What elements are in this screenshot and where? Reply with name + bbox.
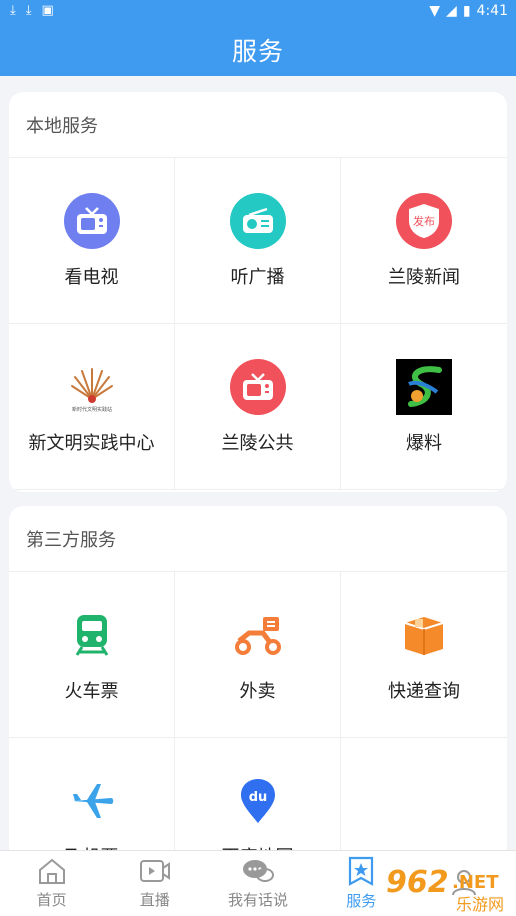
tv-icon [63,192,120,249]
service-label: 新文明实践中心 [28,432,155,454]
download-icon: ⤓ [10,3,16,18]
chat-icon [243,860,274,882]
local-services-card: 本地服务 看电视 听广播 发布 兰陵新闻 新时代文明实践站 新文明实践中心 兰陵… [9,92,507,492]
service-label: 兰陵新闻 [388,266,460,288]
tv-public-icon [229,358,286,415]
tab-label: 首页 [36,891,67,909]
service-civilization-center[interactable]: 新时代文明实践站 新文明实践中心 [9,324,175,490]
status-bar: ⤓ ⤓ ▣ ▼ ◢ ▮ 4:41 [0,0,516,24]
download-icon: ⤓ [25,3,32,18]
report-logo [396,358,452,415]
page-title-bar: 服务 [0,24,516,76]
badge-text: 发布 [413,214,435,228]
scooter-icon [230,607,286,663]
service-report[interactable]: 爆料 [341,324,507,490]
section-title: 本地服务 [9,92,507,158]
airplane-icon [64,773,120,829]
home-icon [38,858,65,884]
logo-text: 新时代文明实践站 [71,406,111,413]
service-tv[interactable]: 看电视 [9,158,175,324]
baidu-map-icon: du [230,773,286,829]
radio-icon [229,192,286,249]
service-label: 听广播 [230,266,285,288]
tab-home[interactable]: 首页 [0,851,103,916]
tab-live[interactable]: 直播 [103,851,206,916]
service-label: 兰陵公共 [221,432,294,454]
service-express-query[interactable]: 快递查询 [341,572,507,738]
watermark-sub: 乐游网 [456,895,504,914]
notification-icon: ▣ [41,3,54,18]
watermark-logo: 962 .NET 乐游网 [380,858,516,916]
service-takeout[interactable]: 外卖 [175,572,341,738]
service-label: 快递查询 [388,680,460,702]
service-label: 火车票 [64,680,119,702]
tab-label: 服务 [346,892,377,910]
watermark-number: 962 [386,865,449,900]
service-baidu-map[interactable]: du 百度地图 [175,738,341,866]
empty-cell [341,738,507,866]
badge-text: du [248,790,267,805]
service-radio[interactable]: 听广播 [175,158,341,324]
tab-label: 直播 [139,891,170,909]
service-label: 爆料 [406,432,442,454]
service-label: 外卖 [239,680,276,702]
tab-speak[interactable]: 我有话说 [206,851,309,916]
third-party-services-card: 第三方服务 火车票 外卖 快递查询 飞机票 [9,506,507,866]
service-lanling-news[interactable]: 发布 兰陵新闻 [341,158,507,324]
wifi-icon: ▼ [429,3,441,19]
publish-shield-icon: 发布 [396,192,452,249]
service-lanling-public[interactable]: 兰陵公共 [175,324,341,490]
service-label: 看电视 [64,266,119,288]
service-star-icon [349,856,374,886]
train-icon [64,607,120,663]
tab-label: 我有话说 [228,891,289,909]
civilization-center-logo: 新时代文明实践站 [64,359,120,415]
service-flight-ticket[interactable]: 飞机票 [9,738,175,866]
signal-icon: ◢ [446,3,457,19]
service-train-ticket[interactable]: 火车票 [9,572,175,738]
status-time: 4:41 [476,3,508,19]
watermark-suffix: .NET [452,872,499,893]
parcel-icon [396,607,452,663]
page-title: 服务 [231,37,284,66]
video-icon [139,860,170,882]
battery-icon: ▮ [462,3,471,19]
section-title: 第三方服务 [9,506,507,572]
